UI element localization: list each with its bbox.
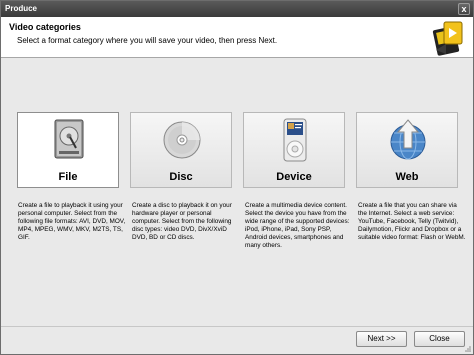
category-card-file[interactable]: File — [17, 112, 119, 188]
category-label-device: Device — [276, 171, 312, 183]
header-title: Video categories — [9, 22, 81, 32]
category-card-device[interactable]: Device — [243, 112, 345, 188]
category-card-disc[interactable]: Disc — [130, 112, 232, 188]
window-title: Produce — [5, 4, 38, 13]
ipod-icon — [283, 118, 307, 162]
category-label-web: Web — [395, 171, 419, 183]
close-button[interactable]: Close — [414, 331, 465, 347]
close-window-button[interactable]: x — [458, 3, 470, 15]
footer-divider — [1, 326, 473, 327]
category-description-device: Create a multimedia device content. Sele… — [245, 202, 350, 249]
category-description-file: Create a file to playback it using your … — [18, 202, 126, 241]
next-button[interactable]: Next >> — [356, 331, 407, 347]
category-description-web: Create a file that you can share via the… — [358, 202, 466, 241]
category-card-web[interactable]: Web — [356, 112, 458, 188]
hard-drive-icon — [54, 119, 84, 159]
category-label-file: File — [58, 171, 78, 183]
resize-grip-icon[interactable] — [463, 344, 471, 352]
disc-icon — [163, 121, 201, 159]
category-label-disc: Disc — [169, 171, 193, 183]
category-description-disc: Create a disc to playback it on your har… — [132, 202, 232, 241]
produce-dialog: Produce x Video categories Select a form… — [0, 0, 474, 355]
produce-logo-icon — [432, 21, 463, 56]
globe-arrow-icon — [390, 119, 426, 160]
title-bar: Produce x — [1, 1, 473, 17]
header-panel: Video categories Select a format categor… — [1, 17, 473, 58]
header-subtitle: Select a format category where you will … — [17, 36, 278, 45]
